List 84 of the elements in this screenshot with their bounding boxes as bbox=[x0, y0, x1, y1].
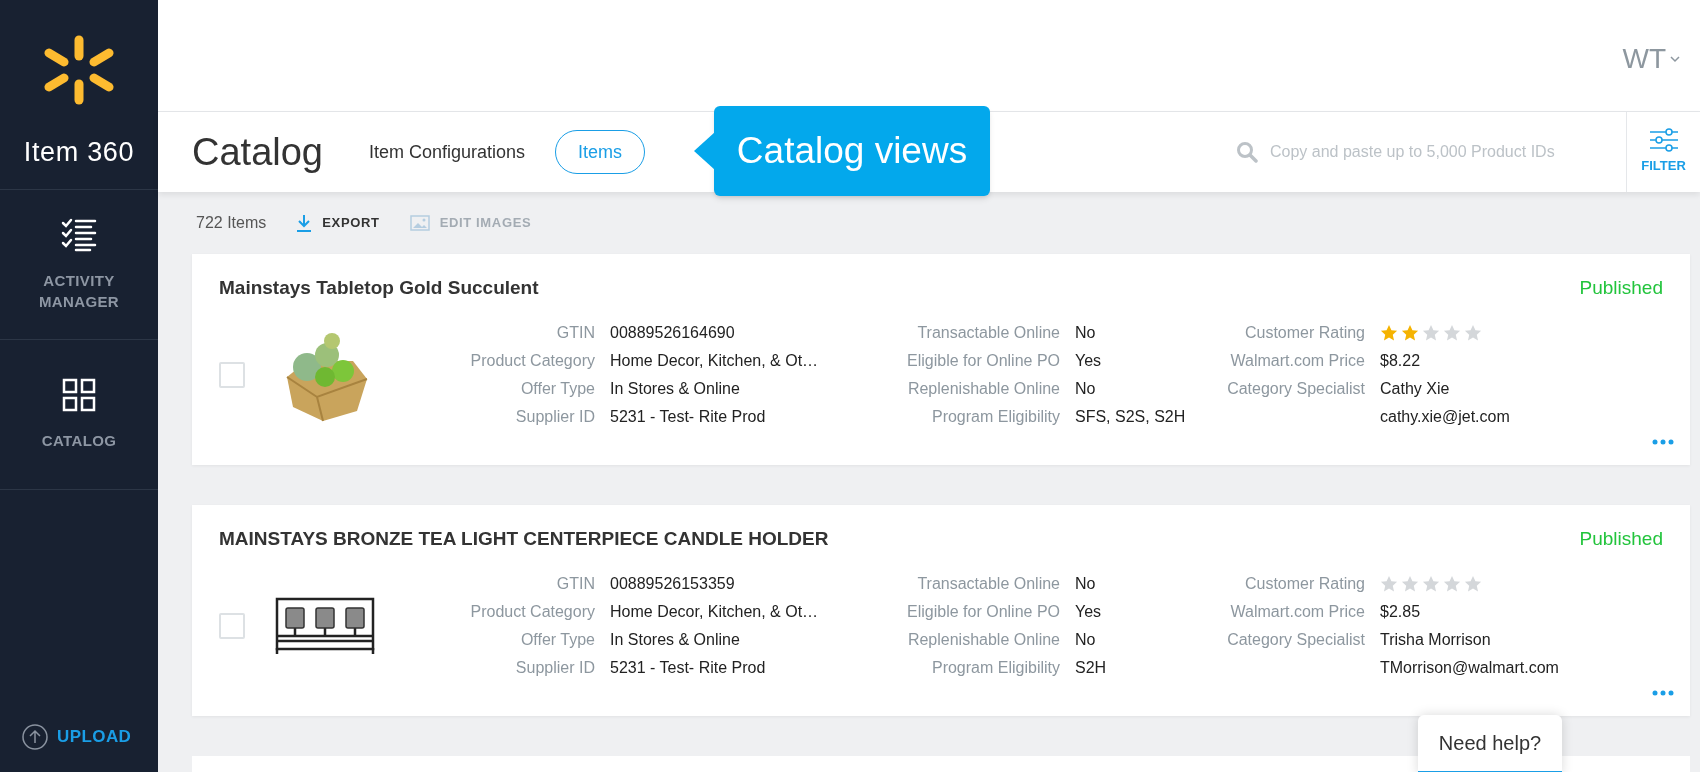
field-value: No bbox=[1075, 323, 1097, 343]
grid-icon bbox=[62, 378, 96, 412]
field-value: In Stores & Online bbox=[610, 379, 741, 399]
field-label: Product Category bbox=[469, 602, 595, 622]
email-text: cathy.xie@jet.com bbox=[1380, 407, 1510, 427]
checkbox[interactable] bbox=[219, 613, 245, 639]
field-label: Replenishable Online bbox=[906, 630, 1060, 650]
field-value: Trisha Morrison bbox=[1380, 630, 1491, 650]
field-value: S2H bbox=[1075, 658, 1108, 678]
star-icon bbox=[1422, 324, 1440, 342]
field-label: Transactable Online bbox=[916, 574, 1060, 594]
star-icon bbox=[1401, 324, 1419, 342]
star-icon bbox=[1380, 575, 1398, 593]
star-icon bbox=[1401, 575, 1419, 593]
field-value: No bbox=[1075, 574, 1097, 594]
image-icon bbox=[409, 215, 430, 231]
field-value: No bbox=[1075, 630, 1097, 650]
nav-item[interactable]: ACTIVITY MANAGER bbox=[0, 190, 158, 340]
field-value: In Stores & Online bbox=[610, 630, 741, 650]
spark-logo-icon bbox=[44, 34, 114, 106]
field-value: $8.22 bbox=[1380, 351, 1421, 371]
app-name: Item 360 bbox=[23, 136, 135, 169]
field-label: Replenishable Online bbox=[906, 379, 1060, 399]
field-label: GTIN bbox=[555, 323, 595, 343]
field-value: Yes bbox=[1075, 351, 1103, 371]
filter-button[interactable]: FILTER bbox=[1626, 112, 1700, 192]
view-tab[interactable]: Item Configurations bbox=[369, 130, 526, 174]
field-value: $2.85 bbox=[1380, 602, 1421, 622]
caret-icon bbox=[1670, 55, 1680, 63]
download-icon bbox=[296, 214, 313, 232]
checkbox[interactable] bbox=[219, 362, 245, 388]
field-label: Category Specialist bbox=[1226, 630, 1365, 650]
field-label: Walmart.com Price bbox=[1229, 351, 1365, 371]
field-label: Customer Rating bbox=[1243, 574, 1365, 594]
status-label: Published bbox=[1579, 276, 1663, 300]
field-value: Home Decor, Kitchen, & Ot… bbox=[610, 351, 820, 371]
page-title: Catalog bbox=[192, 129, 323, 175]
star-icon bbox=[1464, 324, 1482, 342]
sliders-icon bbox=[1648, 128, 1679, 153]
field-label: Category Specialist bbox=[1226, 379, 1365, 399]
field-label: Transactable Online bbox=[916, 323, 1060, 343]
field-label: Program Eligibility bbox=[930, 407, 1060, 427]
star-icon bbox=[1464, 575, 1482, 593]
field-value: SFS, S2S, S2H bbox=[1075, 407, 1187, 427]
field-value: No bbox=[1075, 379, 1097, 399]
field-label: Offer Type bbox=[519, 379, 595, 399]
nav-item[interactable]: CATALOG bbox=[0, 340, 158, 490]
field-label: Eligible for Online PO bbox=[906, 351, 1060, 371]
checklist-icon bbox=[61, 217, 97, 252]
more-options-icon[interactable] bbox=[1652, 439, 1674, 445]
item-count: 722 Items bbox=[196, 213, 267, 233]
status-label: Published bbox=[1579, 527, 1663, 551]
field-label: Product Category bbox=[469, 351, 595, 371]
search-field[interactable]: Copy and paste up to 5,000 Product IDs bbox=[1236, 140, 1596, 164]
more-options-icon[interactable] bbox=[1652, 690, 1674, 696]
field-label: Program Eligibility bbox=[930, 658, 1060, 678]
field-label: Customer Rating bbox=[1243, 323, 1365, 343]
star-icon bbox=[1443, 575, 1461, 593]
field-label: GTIN bbox=[555, 574, 595, 594]
item-title[interactable]: Mainstays Tabletop Gold Succulent bbox=[219, 274, 539, 303]
field-value: 5231 - Test- Rite Prod bbox=[610, 407, 767, 427]
field-value: 00889526164690 bbox=[610, 323, 736, 343]
field-value: 00889526153359 bbox=[610, 574, 736, 594]
user-menu[interactable]: WT bbox=[1622, 38, 1680, 80]
search-icon bbox=[1236, 141, 1258, 163]
upload-button[interactable]: UPLOAD bbox=[22, 724, 158, 750]
email-text: TMorrison@walmart.com bbox=[1380, 658, 1559, 678]
field-value: Cathy Xie bbox=[1380, 379, 1450, 399]
field-value: Yes bbox=[1075, 602, 1103, 622]
tooltip-pointer-icon bbox=[694, 132, 715, 170]
field-label: Eligible for Online PO bbox=[906, 602, 1060, 622]
star-icon bbox=[1380, 324, 1398, 342]
tooltip: Catalog views bbox=[714, 106, 990, 196]
field-label: Offer Type bbox=[519, 630, 595, 650]
toolbar-button[interactable]: EXPORT bbox=[296, 213, 380, 233]
field-value: Home Decor, Kitchen, & Ot… bbox=[610, 602, 820, 622]
item-title[interactable]: MAINSTAYS BRONZE TEA LIGHT CENTERPIECE CANDLE HOLDER bbox=[219, 525, 829, 554]
field-label: Supplier ID bbox=[514, 658, 595, 678]
star-icon bbox=[1443, 324, 1461, 342]
field-value: 5231 - Test- Rite Prod bbox=[610, 658, 767, 678]
star-icon bbox=[1422, 575, 1440, 593]
field-label: Walmart.com Price bbox=[1229, 602, 1365, 622]
field-label: Supplier ID bbox=[514, 407, 595, 427]
help-button[interactable]: Need help? bbox=[1418, 715, 1562, 772]
